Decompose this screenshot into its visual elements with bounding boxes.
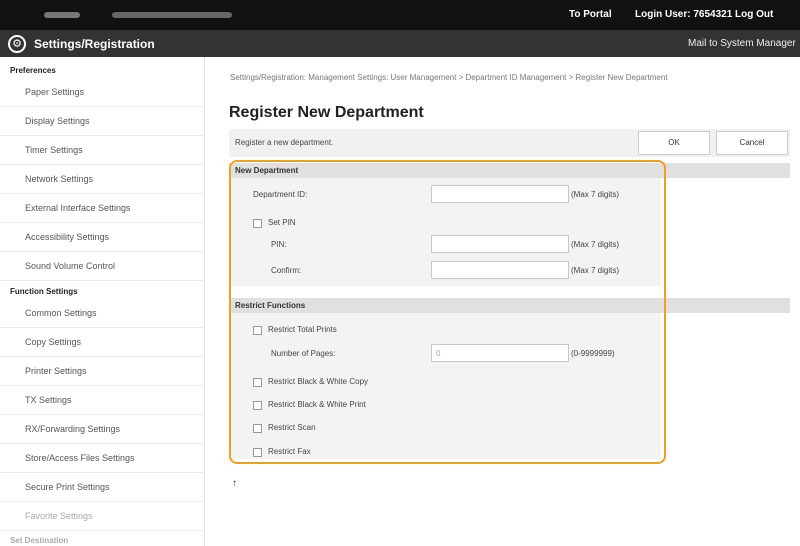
- ok-button[interactable]: OK: [638, 131, 710, 155]
- page-header-title: Settings/Registration: [34, 37, 155, 51]
- sidebar-item-tx-settings[interactable]: TX Settings: [25, 395, 72, 405]
- sidebar: Preferences Paper Settings Display Setti…: [0, 57, 205, 546]
- page-top-link[interactable]: ↑: [232, 478, 237, 489]
- sidebar-item-network-settings[interactable]: Network Settings: [25, 174, 93, 184]
- login-user-info[interactable]: Login User: 7654321 Log Out: [635, 9, 773, 20]
- sidebar-item-common-settings[interactable]: Common Settings: [25, 308, 97, 318]
- title-bar: ⚙ Settings/Registration Mail to System M…: [0, 30, 800, 57]
- page-description: Register a new department.: [235, 138, 334, 147]
- sidebar-item-printer-settings[interactable]: Printer Settings: [25, 366, 87, 376]
- sidebar-item-rx-forwarding-settings[interactable]: RX/Forwarding Settings: [25, 424, 120, 434]
- sidebar-item-copy-settings[interactable]: Copy Settings: [25, 337, 81, 347]
- device-name-blur: [44, 12, 80, 18]
- page-title: Register New Department: [229, 104, 424, 121]
- device-model-blur: [112, 12, 232, 18]
- sidebar-item-store-access-files-settings[interactable]: Store/Access Files Settings: [25, 453, 135, 463]
- sidebar-item-external-interface-settings[interactable]: External Interface Settings: [25, 203, 131, 213]
- settings-registration-icon: ⚙: [8, 35, 26, 53]
- cancel-button[interactable]: Cancel: [716, 131, 788, 155]
- top-bar: To Portal Login User: 7654321 Log Out: [0, 0, 800, 30]
- sidebar-section-set-destination[interactable]: Set Destination: [10, 536, 68, 545]
- sidebar-item-favorite-settings[interactable]: Favorite Settings: [25, 511, 93, 521]
- sidebar-item-accessibility-settings[interactable]: Accessibility Settings: [25, 232, 109, 242]
- sidebar-item-display-settings[interactable]: Display Settings: [25, 116, 90, 126]
- breadcrumb: Settings/Registration: Management Settin…: [230, 73, 668, 82]
- sidebar-section-preferences: Preferences: [10, 66, 56, 75]
- mail-to-system-manager-link[interactable]: Mail to System Manager: [688, 38, 796, 49]
- callout-highlight-frame: [229, 160, 666, 464]
- sidebar-item-secure-print-settings[interactable]: Secure Print Settings: [25, 482, 110, 492]
- sidebar-item-sound-volume-control[interactable]: Sound Volume Control: [25, 261, 115, 271]
- to-portal-link[interactable]: To Portal: [569, 9, 612, 20]
- sidebar-section-function-settings: Function Settings: [10, 287, 78, 296]
- sidebar-item-timer-settings[interactable]: Timer Settings: [25, 145, 83, 155]
- sidebar-item-paper-settings[interactable]: Paper Settings: [25, 87, 84, 97]
